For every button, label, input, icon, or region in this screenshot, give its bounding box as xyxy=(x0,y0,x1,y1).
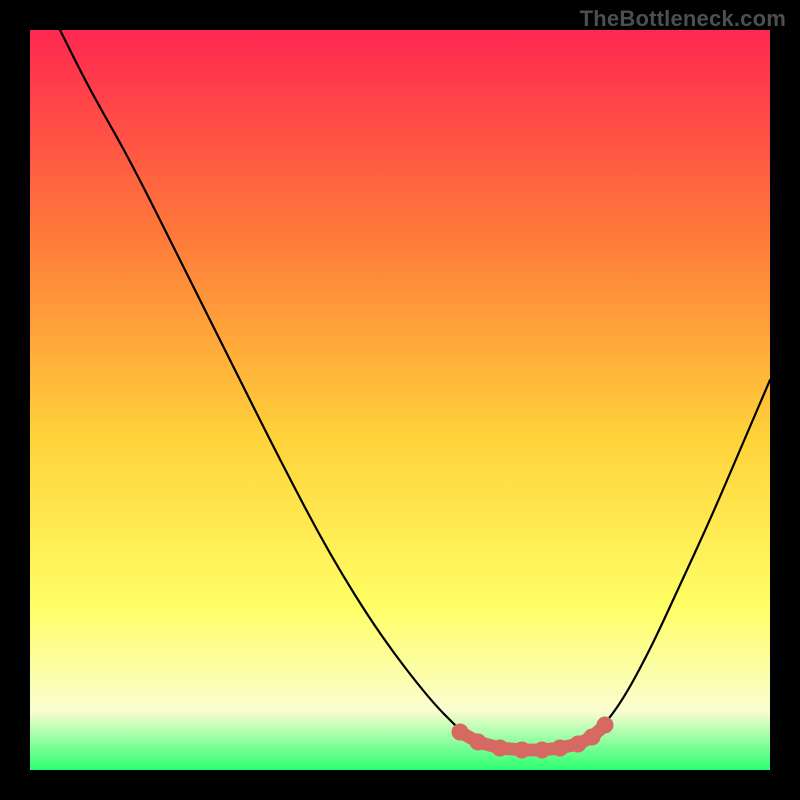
valley-marker-dot xyxy=(597,717,613,733)
valley-marker-dot xyxy=(492,740,508,756)
marker-group xyxy=(452,717,613,758)
valley-marker-dot xyxy=(470,734,486,750)
valley-marker-dot xyxy=(552,740,568,756)
valley-marker-dot xyxy=(514,742,530,758)
valley-marker-dot xyxy=(534,742,550,758)
valley-markers xyxy=(30,30,770,770)
chart-frame xyxy=(30,30,770,770)
valley-marker-dot xyxy=(570,736,586,752)
valley-marker-dot xyxy=(584,729,600,745)
valley-marker-dot xyxy=(452,724,468,740)
watermark-text: TheBottleneck.com xyxy=(580,6,786,32)
